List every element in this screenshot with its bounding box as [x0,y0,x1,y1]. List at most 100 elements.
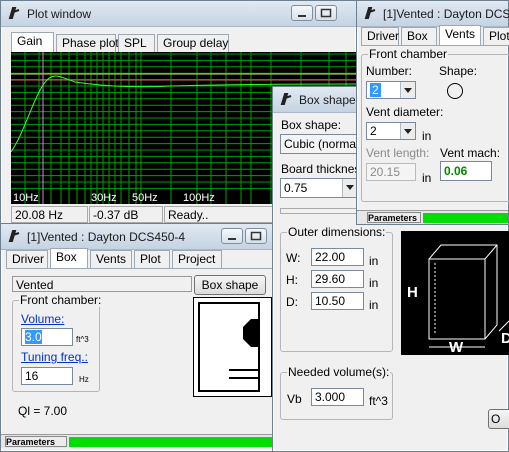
vents-tabs: Driver Box Vents Plot [361,25,509,45]
minimize-button[interactable] [291,5,313,21]
plot-tabs: Gain Phase plot SPL Group delay [11,32,341,52]
status-progress-bar [69,437,272,447]
box-window-title: [1]Vented : Dayton DCS450-4 [27,230,186,244]
vents-tab-panel: Front chamber Number: 2 Shape: Vent diam… [361,45,509,207]
box-preview-icon [193,297,272,397]
box-window-titlebar[interactable]: [1]Vented : Dayton DCS450-4 [1,224,274,250]
maximize-button[interactable] [245,228,267,244]
tuning-freq-label: Tuning freq.: [21,350,88,364]
tuning-freq-input[interactable]: 16 [21,367,73,385]
app-icon [280,93,292,105]
front-chamber-group: Front chamber Number: 2 Shape: Vent diam… [361,47,509,202]
x-tick-label: 100Hz [183,192,215,204]
number-label: Number: [366,64,413,78]
tab-spl[interactable]: SPL [118,34,155,52]
status-parameters: Parameters [5,436,67,447]
h-unit: in [369,276,379,290]
needed-volume-group: Needed volume(s): Vb 3.000 ft^3 [280,365,393,420]
diagram-h-label: H [407,284,418,301]
plot-window-titlebar[interactable]: Plot window [1,1,356,27]
maximize-button[interactable] [315,5,337,21]
maximize-icon [320,8,332,18]
diagram-d-label: D [501,330,509,347]
tab-plot[interactable]: Plot [483,27,509,45]
vent-diameter-value: 2 [370,124,377,138]
minimize-button[interactable] [221,228,243,244]
vents-window: [1]Vented : Dayton DCS4 Driver Box Vents… [356,0,509,225]
number-dropdown[interactable]: 2 [366,81,416,99]
box-tabs: Driver Box Vents Plot Project [6,248,266,268]
tab-driver[interactable]: Driver [361,27,399,45]
vents-window-titlebar[interactable]: [1]Vented : Dayton DCS4 [357,1,509,27]
vent-mach-value: 0.06 [440,161,492,181]
vent-diameter-label: Vent diameter: [366,105,444,119]
tuning-freq-unit: Hz [79,375,89,384]
box-shape-dropdown[interactable]: Cubic (normal) [280,134,360,154]
chevron-down-icon[interactable] [400,82,415,98]
tab-driver[interactable]: Driver [6,250,48,268]
box-shape-label: Box shape: [281,118,342,132]
outer-dimensions-group: Outer dimensions: W: 22.00 in H: 29.60 i… [280,225,393,352]
shape-separator [280,208,358,214]
box-shape-title: Box shape [299,93,356,107]
volume-input[interactable]: 3.0 [21,328,73,346]
vent-length-label: Vent length: [366,146,430,160]
tab-vents[interactable]: Vents [90,250,132,268]
box-window: [1]Vented : Dayton DCS450-4 Driver Box V… [0,223,275,452]
ok-button[interactable]: O [488,409,509,429]
needed-volume-caption: Needed volume(s): [287,365,391,379]
vb-unit: ft^3 [369,394,388,408]
vb-input[interactable]: 3.000 [311,388,364,406]
maximize-icon [250,231,262,241]
chevron-down-icon[interactable] [400,123,415,139]
app-icon [8,230,20,242]
x-tick-label: 50Hz [132,192,158,204]
vent-diameter-dropdown[interactable]: 2 [366,122,416,140]
tab-vents[interactable]: Vents [439,25,481,45]
tab-box[interactable]: Box [401,27,437,45]
w-input[interactable]: 22.00 [311,248,364,266]
box-dimensions-diagram: H W D [401,231,509,355]
box-tab-panel: Vented Box shape Front chamber: Volume: … [6,268,274,428]
w-unit: in [369,254,379,268]
volume-value: 3.0 [25,330,42,344]
app-icon [364,7,376,19]
tab-project[interactable]: Project [172,250,222,268]
volume-unit: ft^3 [76,335,89,344]
shape-label: Shape: [439,64,478,78]
diagram-w-label: W [449,339,464,355]
vb-label: Vb [287,392,302,406]
tab-phase-plot[interactable]: Phase plot [56,34,119,52]
vent-length-input: 20.15 [366,163,416,181]
board-thickness-dropdown[interactable]: 0.75 [280,178,358,198]
vent-diameter-unit: in [422,129,432,143]
plot-window-title: Plot window [27,7,92,21]
tab-plot[interactable]: Plot [134,250,170,268]
minimize-icon [228,238,236,240]
round-vent-shape-icon[interactable] [446,82,464,100]
front-chamber-caption: Front chamber [368,47,449,61]
x-tick-label: 30Hz [91,192,117,204]
tab-gain[interactable]: Gain [11,32,54,52]
box-status-bar: Parameters [1,434,274,448]
vents-window-title: [1]Vented : Dayton DCS4 [383,7,509,21]
vents-status-bar: Parameters [357,210,508,224]
tab-box[interactable]: Box [50,248,88,268]
tab-group-delay[interactable]: Group delay [157,34,229,52]
d-input[interactable]: 10.50 [311,292,364,310]
volume-label: Volume: [21,312,65,326]
board-thickness-value: 0.75 [284,181,308,195]
number-value: 2 [370,83,381,97]
status-text: Ready.. [164,206,274,223]
freq-readout: 20.08 Hz [11,206,88,223]
front-chamber-caption: Front chamber: [19,293,103,307]
ql-value: Ql = 7.00 [18,404,68,418]
status-parameters: Parameters [367,212,421,223]
d-label: D: [286,295,298,309]
chevron-down-icon[interactable] [342,179,357,197]
app-icon [8,7,20,19]
board-thickness-label: Board thickness [281,162,367,176]
h-input[interactable]: 29.60 [311,270,364,288]
front-chamber-group: Front chamber: Volume: 3.0 ft^3 Tuning f… [12,293,103,392]
box-shape-button[interactable]: Box shape [194,275,266,295]
